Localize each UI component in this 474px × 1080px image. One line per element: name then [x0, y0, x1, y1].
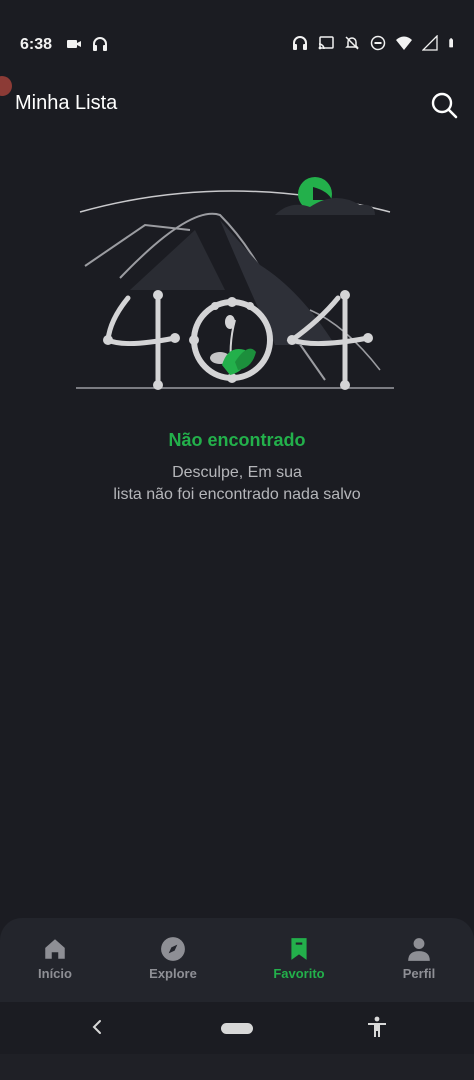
wifi-icon [396, 36, 412, 50]
headphones-icon [93, 37, 107, 51]
app-bar: Minha Lista [0, 80, 474, 130]
empty-state-title: Não encontrado [168, 430, 306, 450]
empty-state-message-line1: Desculpe, Em sua [172, 464, 302, 481]
empty-state-message-line2: lista não foi encontrado nada salvo [113, 486, 361, 503]
nav-item-perfil[interactable]: Perfil [379, 936, 459, 981]
back-icon[interactable] [86, 1016, 108, 1038]
bookmark-icon [291, 938, 307, 960]
home-icon [45, 939, 65, 959]
not-found-illustration [76, 177, 394, 390]
system-navigation-bar [0, 1002, 474, 1054]
nav-label-inicio: Início [38, 966, 72, 981]
do-not-disturb-icon [370, 35, 386, 51]
nav-label-favorito: Favorito [273, 966, 325, 981]
nav-label-perfil: Perfil [402, 966, 436, 981]
nav-item-explore[interactable]: Explore [133, 936, 213, 981]
signal-icon [422, 35, 438, 51]
nav-item-inicio[interactable]: Início [15, 936, 95, 981]
accessibility-icon[interactable] [365, 1015, 389, 1039]
status-left-icons [66, 36, 108, 52]
status-time: 6:38 [20, 36, 53, 53]
compass-icon [161, 937, 185, 961]
status-bar: 6:38 [0, 0, 474, 90]
status-right-icons [292, 35, 458, 51]
nav-label-explore: Explore [149, 966, 197, 981]
bottom-navigation: Início Explore Favorito Perfil [0, 918, 474, 1002]
camera-icon [67, 40, 81, 48]
battery-icon [449, 38, 453, 48]
person-icon [408, 938, 430, 961]
page-title: Minha Lista [15, 92, 118, 114]
headset-icon [293, 36, 307, 50]
home-pill[interactable] [221, 1023, 253, 1034]
empty-state-message: Desculpe, Em sua lista não foi encontrad… [0, 462, 474, 506]
cast-icon [318, 36, 334, 50]
notifications-off-icon [345, 36, 359, 50]
nav-item-favorito[interactable]: Favorito [259, 936, 339, 981]
bottom-strip [0, 1054, 474, 1080]
search-icon[interactable] [428, 89, 460, 121]
